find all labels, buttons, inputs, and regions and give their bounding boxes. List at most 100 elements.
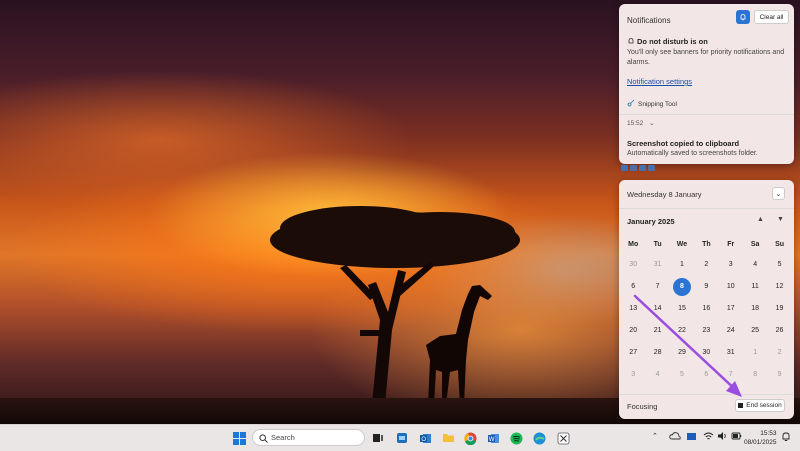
calendar-day[interactable]: 15 xyxy=(670,298,694,320)
notification-description: Automatically saved to screenshots folde… xyxy=(627,150,758,157)
calendar-day[interactable]: 17 xyxy=(719,298,743,320)
calendar-day[interactable]: 1 xyxy=(670,254,694,276)
next-month-button[interactable]: ▼ xyxy=(777,216,784,223)
calendar-week-row: 30 31 1 2 3 4 5 xyxy=(621,254,792,276)
day-number: 24 xyxy=(726,327,735,334)
calendar-day[interactable]: 3 xyxy=(719,254,743,276)
day-number: 31 xyxy=(653,261,662,268)
notification-center-button[interactable] xyxy=(781,431,791,444)
previous-month-button[interactable]: ▲ xyxy=(757,216,764,223)
calendar-day[interactable]: 19 xyxy=(767,298,791,320)
taskbar-search[interactable]: Search xyxy=(252,429,365,446)
search-icon xyxy=(259,434,268,443)
calendar-day[interactable]: 25 xyxy=(743,320,767,342)
show-hidden-icons-button[interactable]: ⌃ xyxy=(652,432,658,440)
taskbar-app-word[interactable]: W xyxy=(485,430,501,446)
end-session-button[interactable]: End session xyxy=(735,399,785,412)
snipping-tool-icon xyxy=(557,432,569,444)
day-number: 27 xyxy=(629,349,638,356)
calendar-day[interactable]: 31 xyxy=(645,254,669,276)
day-number: 3 xyxy=(631,371,636,378)
tray-app[interactable] xyxy=(686,431,697,444)
calendar-day[interactable]: 26 xyxy=(767,320,791,342)
calendar-day[interactable]: 29 xyxy=(670,342,694,364)
arrow-down-icon: ▼ xyxy=(777,216,784,223)
collapse-calendar-button[interactable]: ⌄ xyxy=(772,187,785,200)
calendar-day[interactable]: 11 xyxy=(743,276,767,298)
notification-settings-link[interactable]: Notification settings xyxy=(627,77,692,86)
calendar-day[interactable]: 21 xyxy=(645,320,669,342)
clear-all-button[interactable]: Clear all xyxy=(754,10,789,24)
calendar-day[interactable]: 23 xyxy=(694,320,718,342)
do-not-disturb-toggle[interactable] xyxy=(736,10,750,24)
calendar-week-row: 3 4 5 6 7 8 9 xyxy=(621,364,792,386)
calendar-day[interactable]: 18 xyxy=(743,298,767,320)
divider xyxy=(619,208,794,209)
calendar-day[interactable]: 10 xyxy=(719,276,743,298)
calendar-day[interactable]: 4 xyxy=(743,254,767,276)
calendar-day[interactable]: 30 xyxy=(694,342,718,364)
calendar-day[interactable]: 3 xyxy=(621,364,645,386)
calendar-day[interactable]: 22 xyxy=(670,320,694,342)
calendar-day[interactable]: 28 xyxy=(645,342,669,364)
taskbar-app-edge[interactable] xyxy=(531,430,547,446)
taskbar-app-outlook[interactable]: O xyxy=(417,430,433,446)
network-status[interactable] xyxy=(703,431,714,443)
time-label: 15:52 xyxy=(627,120,644,127)
speaker-icon xyxy=(718,432,726,440)
notification-title[interactable]: Screenshot copied to clipboard xyxy=(627,139,739,148)
calendar-day[interactable]: 6 xyxy=(621,276,645,298)
day-number: 4 xyxy=(753,261,758,268)
notification-time[interactable]: 15:52 ⌄ xyxy=(627,119,655,127)
calendar-day[interactable]: 5 xyxy=(767,254,791,276)
taskbar-clock[interactable]: 15:53 08/01/2025 xyxy=(744,429,777,447)
task-view-button[interactable] xyxy=(370,430,386,446)
calendar-day[interactable]: 2 xyxy=(767,342,791,364)
calendar-day[interactable]: 12 xyxy=(767,276,791,298)
tray-app-icon xyxy=(687,433,696,440)
calendar-day[interactable]: 24 xyxy=(719,320,743,342)
calendar-day[interactable]: 7 xyxy=(645,276,669,298)
clock-date: 08/01/2025 xyxy=(744,439,777,446)
divider xyxy=(619,114,794,115)
snipping-tool-app-row[interactable]: Snipping Tool xyxy=(627,99,677,108)
calendar-day[interactable]: 2 xyxy=(694,254,718,276)
calendar-day[interactable]: 7 xyxy=(719,364,743,386)
calendar-day[interactable]: 6 xyxy=(694,364,718,386)
calendar-week-row: 13 14 15 16 17 18 19 xyxy=(621,298,792,320)
calendar-day[interactable]: 31 xyxy=(719,342,743,364)
day-number: 19 xyxy=(775,305,784,312)
taskbar-app-widgets[interactable] xyxy=(394,430,410,446)
day-number: 6 xyxy=(704,371,709,378)
bell-snooze-icon xyxy=(782,432,790,441)
taskbar-app-file-explorer[interactable] xyxy=(440,430,456,446)
calendar-day[interactable]: 20 xyxy=(621,320,645,342)
taskbar-app-snipping-tool[interactable] xyxy=(555,430,571,446)
thumbnail-icon xyxy=(648,165,655,171)
taskbar-app-chrome[interactable] xyxy=(462,430,478,446)
volume-control[interactable] xyxy=(717,431,728,443)
calendar-day[interactable]: 8 xyxy=(743,364,767,386)
day-number: 13 xyxy=(629,305,638,312)
calendar-day[interactable]: 9 xyxy=(767,364,791,386)
battery-status[interactable] xyxy=(731,431,742,443)
svg-text:W: W xyxy=(488,437,494,443)
calendar-day[interactable]: 9 xyxy=(694,276,718,298)
snipping-tool-icon xyxy=(627,99,635,107)
calendar-day[interactable]: 1 xyxy=(743,342,767,364)
calendar-day[interactable]: 5 xyxy=(670,364,694,386)
calendar-day-today[interactable]: 8 xyxy=(670,276,694,298)
calendar-day[interactable]: 13 xyxy=(621,298,645,320)
taskbar-app-spotify[interactable] xyxy=(508,430,524,446)
calendar-day[interactable]: 14 xyxy=(645,298,669,320)
calendar-day[interactable]: 27 xyxy=(621,342,645,364)
onedrive-tray[interactable] xyxy=(669,431,681,442)
calendar-day[interactable]: 30 xyxy=(621,254,645,276)
calendar-day[interactable]: 4 xyxy=(645,364,669,386)
start-button[interactable] xyxy=(231,430,247,446)
day-number: 22 xyxy=(678,327,686,334)
notifications-panel: Notifications Clear all Do not disturb i… xyxy=(619,4,794,164)
wifi-icon xyxy=(703,432,714,440)
month-label[interactable]: January 2025 xyxy=(627,217,675,226)
calendar-day[interactable]: 16 xyxy=(694,298,718,320)
